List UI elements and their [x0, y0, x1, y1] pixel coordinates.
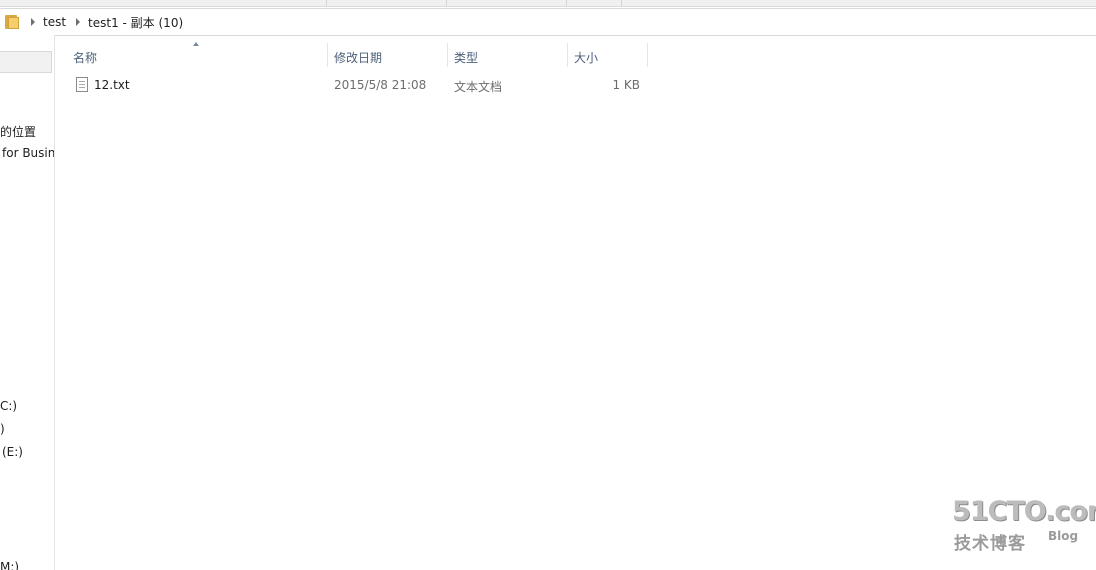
- watermark-main-text: 51CTO.com: [952, 496, 1096, 527]
- nav-item-onedrive-business[interactable]: for Busin: [2, 146, 54, 160]
- nav-item-drive-m[interactable]: M:): [0, 560, 19, 570]
- file-date-modified: 2015/5/8 21:08: [334, 78, 427, 92]
- file-name[interactable]: 12.txt: [94, 78, 130, 92]
- folder-icon: [4, 15, 20, 29]
- nav-item-drive-e[interactable]: (E:): [2, 445, 23, 459]
- nav-item-drive-d[interactable]: ): [0, 422, 5, 436]
- breadcrumb-item-current-folder[interactable]: test1 - 副本 (10): [88, 14, 183, 31]
- watermark-logo: 51CTO.com 技术博客 Blog: [952, 496, 1096, 556]
- column-header-type[interactable]: 类型: [454, 46, 478, 68]
- text-file-icon: [76, 77, 88, 92]
- sort-ascending-icon: [193, 42, 199, 46]
- column-header-size[interactable]: 大小: [574, 46, 598, 68]
- column-divider[interactable]: [567, 43, 568, 67]
- top-toolbar-strip: [0, 0, 1096, 7]
- column-divider[interactable]: [647, 43, 648, 67]
- file-type: 文本文档: [454, 80, 503, 94]
- file-row[interactable]: 12.txt 2015/5/8 21:08 文本文档 1 KB: [70, 74, 650, 96]
- toolbar-divider: [621, 0, 622, 6]
- chevron-right-icon[interactable]: [31, 18, 35, 26]
- navigation-pane: 的位置 for Busin C:) ) (E:) M:): [0, 35, 55, 570]
- watermark-sub-text: 技术博客: [954, 534, 1026, 554]
- nav-item-recent-places[interactable]: 的位置: [0, 123, 36, 140]
- file-size: 1 KB: [612, 78, 640, 92]
- chevron-right-icon[interactable]: [76, 18, 81, 26]
- column-divider[interactable]: [327, 43, 328, 67]
- toolbar-divider: [566, 0, 567, 6]
- toolbar-divider: [326, 0, 327, 6]
- column-header-name[interactable]: 名称: [73, 46, 97, 68]
- nav-item-drive-c[interactable]: C:): [0, 399, 17, 413]
- breadcrumb-item-test[interactable]: test: [43, 15, 66, 29]
- column-header-date-modified[interactable]: 修改日期: [334, 46, 382, 68]
- nav-search-box[interactable]: [0, 51, 52, 73]
- address-bar[interactable]: test test1 - 副本 (10): [0, 8, 1096, 36]
- toolbar-divider: [446, 0, 447, 6]
- watermark-blog-text: Blog: [1048, 529, 1079, 543]
- column-divider[interactable]: [447, 43, 448, 67]
